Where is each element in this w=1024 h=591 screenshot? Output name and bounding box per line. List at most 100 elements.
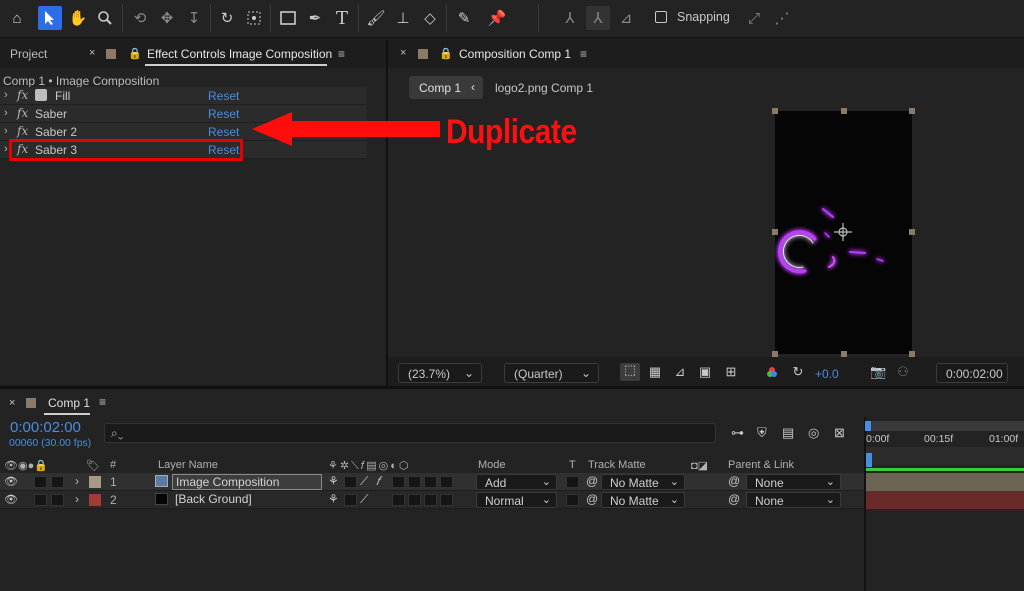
blend-mode-dropdown[interactable]: Normal ⌄ [476, 492, 557, 508]
pen-tool-icon[interactable]: ✒ [303, 6, 327, 30]
transform-handle[interactable] [909, 108, 915, 114]
anchor-point-icon[interactable] [242, 6, 266, 30]
track-matte-dropdown[interactable]: No Matte ⌄ [601, 474, 685, 490]
rotate-tool-icon[interactable]: ↻ [215, 6, 239, 30]
dolly-camera-icon[interactable]: ↧ [182, 6, 206, 30]
timeline-timecode[interactable]: 0:00:02:00 [10, 419, 81, 436]
parent-pickwhip-icon[interactable]: @ [728, 492, 740, 506]
composition-mini-flowchart-icon[interactable]: ⊶ [731, 425, 744, 441]
expand-chevron-icon[interactable]: › [75, 492, 79, 506]
close-tab-icon[interactable]: × [89, 47, 95, 59]
blend-mode-dropdown[interactable]: Add ⌄ [476, 474, 557, 490]
hide-shy-layers-icon[interactable]: ▤ [782, 425, 794, 441]
region-of-interest-icon[interactable]: ▣ [697, 365, 713, 379]
expand-chevron-icon[interactable]: › [4, 143, 8, 155]
shy-switch-icon[interactable]: ⚘ [328, 492, 339, 506]
transform-handle[interactable] [772, 229, 778, 235]
reset-exposure-icon[interactable]: ↻ [790, 365, 806, 379]
tab-effect-controls[interactable]: Effect Controls Image Composition [147, 47, 332, 61]
layer-duration-bar[interactable] [866, 473, 1024, 491]
transform-handle[interactable] [841, 108, 847, 114]
eraser-tool-icon[interactable]: ◇ [418, 6, 442, 30]
snapping-checkbox[interactable] [655, 11, 667, 23]
fx-icon[interactable]: fx [17, 88, 28, 102]
composition-viewer[interactable] [775, 111, 912, 354]
resolution-dropdown[interactable]: (Quarter) ⌄ [504, 363, 599, 383]
column-layer-name[interactable]: Layer Name [158, 459, 218, 471]
switch-box[interactable] [408, 494, 421, 506]
current-time-indicator[interactable] [866, 453, 872, 467]
layer-name[interactable]: [Back Ground] [172, 492, 252, 508]
transparency-grid-icon[interactable]: ▦ [647, 365, 663, 379]
current-time-field[interactable]: 0:00:02:00 [936, 363, 1008, 383]
work-area-start-handle[interactable] [865, 421, 871, 431]
quality-switch-icon[interactable]: ⟋ [360, 474, 368, 489]
local-axis-icon[interactable]: ⅄ [558, 6, 582, 30]
expand-chevron-icon[interactable]: › [4, 107, 8, 119]
switch-box[interactable] [392, 476, 405, 488]
rectangle-tool-icon[interactable] [276, 6, 300, 30]
puppet-pin-icon[interactable]: 📌 [485, 6, 509, 30]
switch-box[interactable] [344, 494, 357, 506]
graph-editor-icon[interactable]: ⊠ [834, 425, 845, 441]
transform-handle[interactable] [909, 229, 915, 235]
pan-camera-icon[interactable]: ✥ [155, 6, 179, 30]
label-color-swatch[interactable] [89, 476, 101, 488]
zoom-tool-icon[interactable] [93, 6, 117, 30]
shy-switch-icon[interactable]: ⚘ [328, 474, 339, 488]
frame-blending-icon[interactable]: ◎ [808, 425, 819, 441]
label-color-swatch[interactable] [89, 494, 101, 506]
lock-switch[interactable] [51, 494, 64, 506]
switch-box[interactable] [392, 494, 405, 506]
parent-pickwhip-icon[interactable]: @ [728, 474, 740, 488]
lock-icon[interactable]: 🔒 [128, 47, 142, 60]
mask-visibility-icon[interactable]: ⊿ [672, 365, 688, 379]
draft-3d-icon[interactable]: ⛨ [757, 425, 767, 441]
brush-tool-icon[interactable]: 🖌 [364, 6, 388, 30]
track-matte-dropdown[interactable]: No Matte ⌄ [601, 492, 685, 508]
lock-switch[interactable] [51, 476, 64, 488]
switch-box[interactable] [408, 476, 421, 488]
tab-project[interactable]: Project [10, 47, 47, 61]
quality-switch-icon[interactable]: ⟋ [360, 492, 368, 507]
solo-switch[interactable] [34, 476, 47, 488]
snap-edges-icon[interactable]: ⤢ [742, 6, 766, 30]
fast-previews-icon[interactable]: ⬚ [620, 363, 640, 381]
reset-link[interactable]: Reset [208, 89, 239, 103]
panel-menu-icon[interactable]: ≡ [580, 47, 587, 61]
breadcrumb-comp1[interactable]: Comp 1 ‹ [409, 76, 483, 99]
layer-name[interactable]: Image Composition [172, 474, 322, 490]
exposure-value[interactable]: +0.0 [815, 367, 839, 381]
selection-tool-icon[interactable] [38, 6, 62, 30]
eye-visibility-icon[interactable]: 👁 [4, 475, 18, 488]
world-axis-icon[interactable]: ⅄ [586, 6, 610, 30]
orbit-camera-icon[interactable]: ⟲ [128, 6, 152, 30]
text-tool-icon[interactable]: T [330, 6, 354, 30]
reset-link[interactable]: Reset [208, 107, 239, 121]
layer-row[interactable]: 👁 › 2 [Back Ground] ⚘ ⟋ Normal ⌄ @ No Ma… [0, 491, 864, 509]
breadcrumb-logo-comp[interactable]: logo2.png Comp 1 [495, 81, 593, 95]
parent-dropdown[interactable]: None ⌄ [746, 474, 841, 490]
eye-visibility-icon[interactable]: 👁 [4, 493, 18, 506]
roto-brush-icon[interactable]: ✎ [452, 6, 476, 30]
view-axis-icon[interactable]: ⊿ [614, 6, 638, 30]
panel-menu-icon[interactable]: ≡ [338, 47, 345, 61]
switch-box[interactable] [424, 494, 437, 506]
layer-row[interactable]: 👁 › 1 Image Composition ⚘ ⟋ 𝑓 Add ⌄ @ No… [0, 473, 864, 491]
guides-options-icon[interactable]: ⊞ [723, 365, 739, 379]
preserve-transparency-switch[interactable] [566, 476, 579, 488]
switch-box[interactable] [344, 476, 357, 488]
layer-duration-bar[interactable] [866, 491, 1024, 509]
layer-search-input[interactable]: ⌕⌄ [104, 423, 716, 443]
solo-switch[interactable] [34, 494, 47, 506]
switch-box[interactable] [440, 476, 453, 488]
tab-timeline-comp1[interactable]: Comp 1 [48, 396, 90, 410]
close-tab-icon[interactable]: × [9, 397, 15, 409]
effects-switch-icon[interactable]: 𝑓 [376, 474, 380, 489]
tab-composition[interactable]: Composition Comp 1 [459, 47, 571, 61]
expand-chevron-icon[interactable]: › [4, 125, 8, 137]
work-area-bar[interactable] [866, 421, 1024, 431]
clone-stamp-icon[interactable]: ⊥ [391, 6, 415, 30]
snapshot-camera-icon[interactable]: 📷 [870, 365, 886, 379]
preserve-transparency-switch[interactable] [566, 494, 579, 506]
